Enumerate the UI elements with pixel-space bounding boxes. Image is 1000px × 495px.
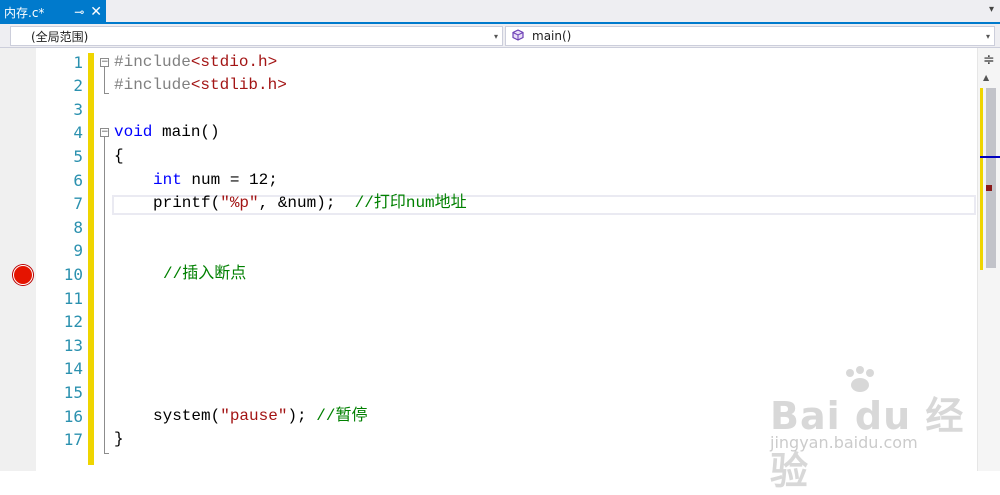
code-line-1[interactable]: #include<stdio.h> [114, 51, 277, 74]
collapse-toggle-icon[interactable]: − [100, 58, 109, 67]
pin-icon[interactable]: ⊸ [74, 5, 84, 19]
comment: //暂停 [316, 407, 368, 425]
document-tab-bar: 内存.c* ⊸ ✕ ▾ [0, 0, 1000, 24]
scroll-up-icon[interactable]: ▲ [983, 73, 989, 82]
line-number: 15 [63, 383, 83, 402]
baidu-jingyan-watermark: Bai du 经验 jingyan.baidu.com [770, 365, 990, 493]
line-number: 3 [73, 100, 83, 119]
comment: //打印num地址 [354, 194, 467, 212]
line-number-gutter: 1 2 3 4 5 6 7 8 9 10 11 12 13 14 15 16 1… [36, 48, 86, 471]
scope-label: (全局范围) [31, 29, 89, 44]
code-line-2[interactable]: #include<stdlib.h> [114, 74, 287, 97]
scrollbar-change-marker [980, 88, 983, 270]
code-line-4[interactable]: void main() [114, 121, 220, 144]
call-args: ); [287, 407, 317, 425]
close-icon[interactable]: ✕ [90, 4, 102, 20]
line-number: 4 [73, 123, 83, 142]
keyword: void [114, 123, 153, 141]
line-number: 16 [63, 407, 83, 426]
call-args: , &num); [258, 194, 355, 212]
change-tracking-bar [88, 53, 94, 465]
outline-guide [104, 137, 105, 453]
member-label: main() [532, 29, 572, 43]
line-number: 9 [73, 241, 83, 260]
declaration: num = 12; [181, 171, 278, 189]
preprocessor-directive: #include [114, 76, 191, 94]
code-line-7[interactable]: printf("%p", &num); //打印num地址 [153, 192, 467, 215]
code-line-5[interactable]: { [114, 145, 124, 168]
keyword: int [153, 171, 182, 189]
string-literal: "%p" [220, 194, 259, 212]
breakpoint-icon[interactable] [13, 265, 33, 285]
collapse-toggle-icon[interactable]: − [100, 128, 109, 137]
string-literal: "pause" [220, 407, 288, 425]
document-tab[interactable]: 内存.c* ⊸ ✕ [0, 0, 106, 24]
line-number: 6 [73, 171, 83, 190]
preprocessor-directive: #include [114, 53, 191, 71]
chevron-down-icon[interactable]: ▾ [986, 32, 990, 41]
line-number: 14 [63, 359, 83, 378]
line-number: 8 [73, 218, 83, 237]
navigation-bar: (全局范围) ▾ main() ▾ [0, 24, 1000, 48]
line-number: 17 [63, 430, 83, 449]
tab-title: 内存.c* [4, 5, 45, 20]
code-line-10[interactable]: //插入断点 [163, 263, 246, 286]
outline-guide [104, 67, 105, 93]
line-number: 13 [63, 336, 83, 355]
method-icon [512, 28, 524, 44]
scrollbar-breakpoint-marker [986, 185, 992, 191]
line-number: 1 [73, 53, 83, 72]
function-signature: main() [152, 123, 220, 141]
member-dropdown[interactable]: main() ▾ [505, 26, 995, 46]
glyph-margin[interactable] [0, 48, 36, 471]
include-header: <stdio.h> [190, 53, 278, 71]
code-line-16[interactable]: system("pause"); //暂停 [153, 405, 367, 428]
outline-guide [104, 453, 109, 454]
split-window-icon[interactable]: ≑ [983, 52, 995, 68]
tab-overflow-icon[interactable]: ▾ [989, 4, 994, 15]
line-number: 5 [73, 147, 83, 166]
call-start: system( [153, 407, 221, 425]
include-header: <stdlib.h> [190, 76, 287, 94]
watermark-url: jingyan.baidu.com [770, 433, 918, 452]
open-brace: { [114, 147, 124, 165]
scope-dropdown[interactable]: (全局范围) ▾ [10, 26, 503, 46]
chevron-down-icon[interactable]: ▾ [494, 32, 498, 41]
scrollbar-caret-marker [980, 156, 1000, 158]
outline-guide [104, 93, 109, 94]
call-start: printf( [153, 194, 221, 212]
line-number: 11 [63, 289, 83, 308]
line-number: 12 [63, 312, 83, 331]
line-number: 2 [73, 76, 83, 95]
close-brace: } [114, 430, 124, 448]
code-line-6[interactable]: int num = 12; [153, 169, 278, 192]
scrollbar-thumb[interactable] [986, 88, 996, 268]
line-number: 7 [73, 194, 83, 213]
line-number: 10 [63, 265, 83, 284]
comment: //插入断点 [163, 265, 247, 283]
code-line-17[interactable]: } [114, 428, 124, 451]
